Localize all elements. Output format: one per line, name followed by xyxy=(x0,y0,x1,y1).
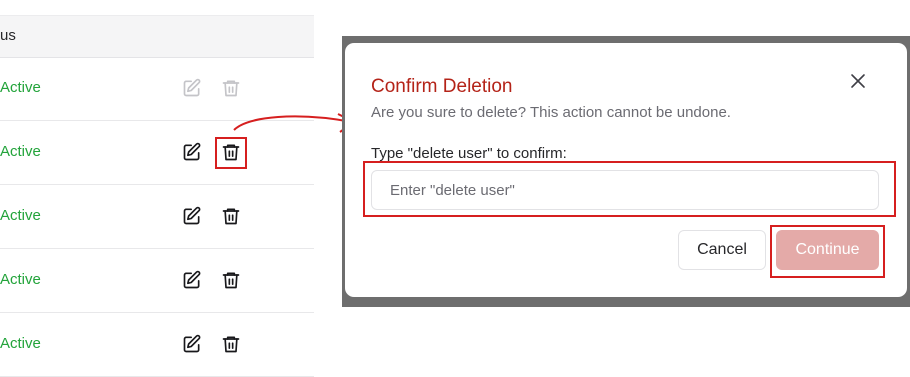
input-highlight-box xyxy=(363,161,896,217)
delete-highlight-box xyxy=(215,137,247,169)
trash-icon[interactable] xyxy=(220,269,242,291)
trash-icon[interactable] xyxy=(220,205,242,227)
trash-icon xyxy=(220,77,242,99)
dialog-title: Confirm Deletion xyxy=(371,76,513,97)
edit-icon[interactable] xyxy=(181,141,203,163)
table-row: Active xyxy=(0,249,314,313)
status-text: Active xyxy=(0,79,41,96)
table-row: Active xyxy=(0,313,314,377)
status-column-header: us xyxy=(0,27,16,44)
close-icon[interactable] xyxy=(847,70,869,92)
edit-icon xyxy=(181,77,203,99)
status-text: Active xyxy=(0,143,41,160)
status-text: Active xyxy=(0,207,41,224)
table-row: Active xyxy=(0,185,314,249)
dialog-description: Are you sure to delete? This action cann… xyxy=(371,104,731,121)
confirm-input-label: Type "delete user" to confirm: xyxy=(371,145,567,162)
users-table: us Active Active Active Active Active xyxy=(0,0,314,377)
continue-highlight-box xyxy=(770,225,885,278)
edit-icon[interactable] xyxy=(181,205,203,227)
status-text: Active xyxy=(0,271,41,288)
cancel-button[interactable]: Cancel xyxy=(678,230,766,270)
edit-icon[interactable] xyxy=(181,333,203,355)
table-header: us xyxy=(0,15,314,58)
trash-icon[interactable] xyxy=(220,333,242,355)
edit-icon[interactable] xyxy=(181,269,203,291)
